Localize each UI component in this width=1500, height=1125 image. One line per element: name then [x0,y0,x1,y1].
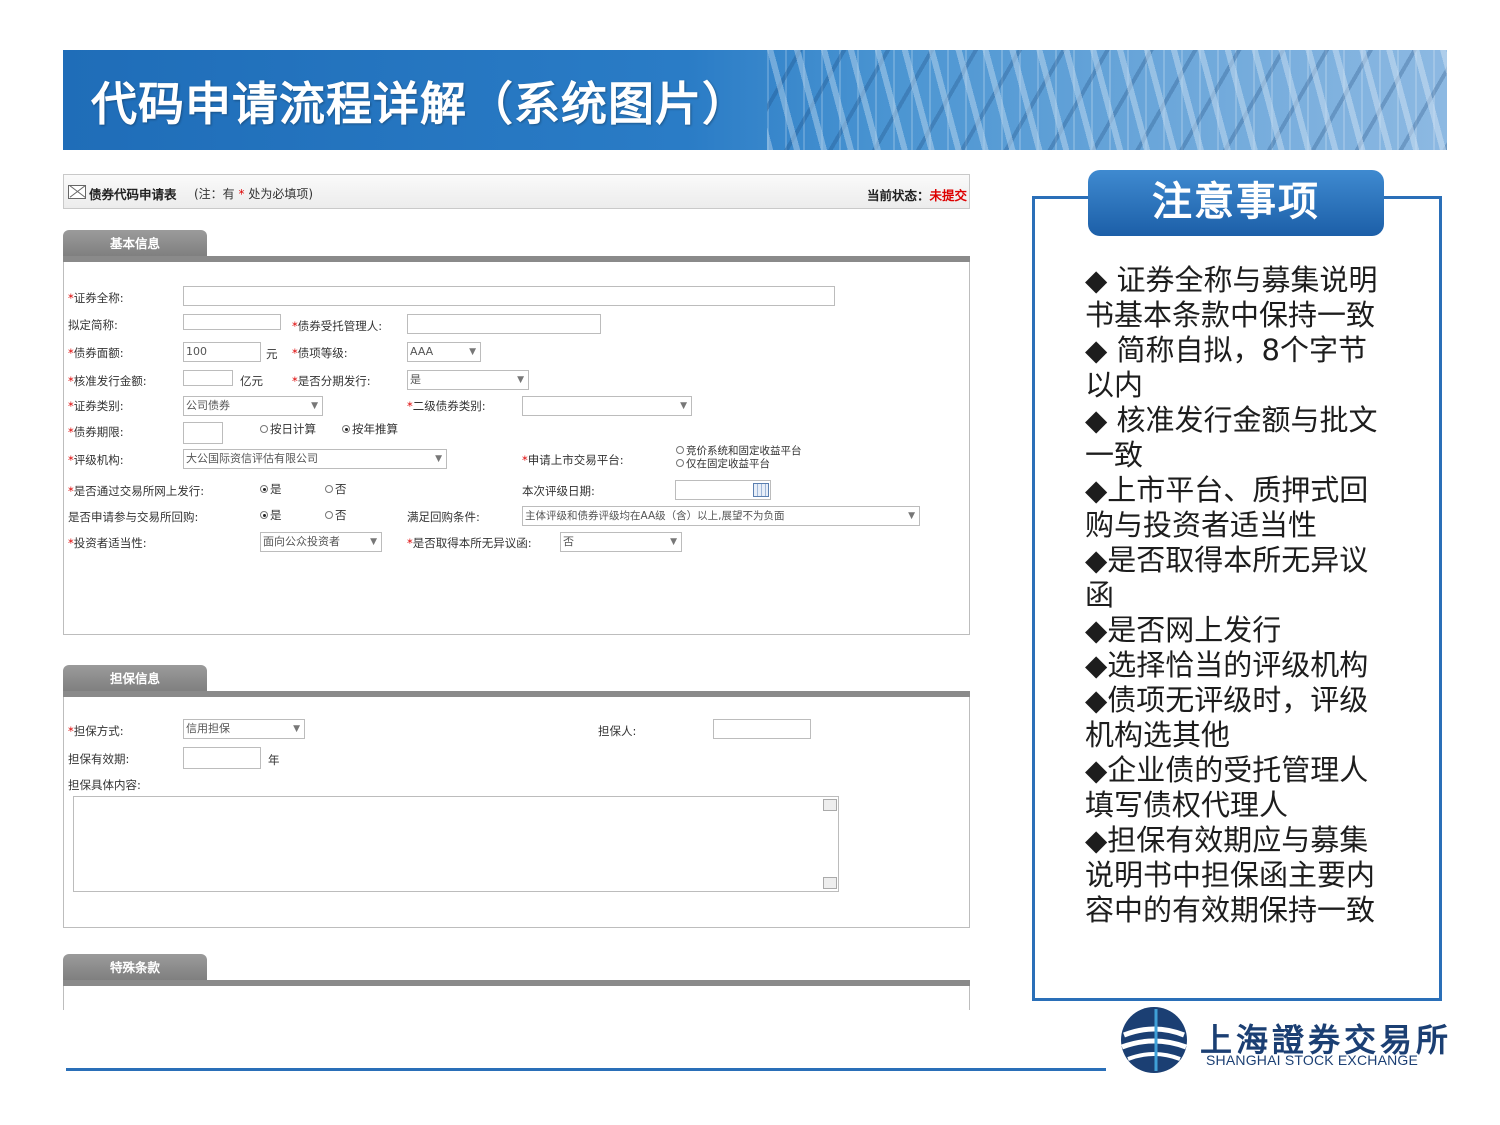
platform-option-2-radio[interactable]: 仅在固定收益平台 [676,456,770,471]
category-label: *证券类别: [68,399,124,413]
guarantee-period-unit: 年 [268,753,280,767]
trustee-label: *债券受托管理人: [292,319,383,333]
note-item: ◆是否取得本所无异议函 [1085,543,1369,612]
form-note: (注：有 * 处为必填项) [194,187,314,201]
calendar-icon[interactable] [753,483,769,497]
tab-guarantee-info[interactable]: 担保信息 [63,665,207,693]
online-issue-label: *是否通过交易所网上发行: [68,484,205,498]
repo-no-radio[interactable]: 否 [325,507,347,523]
objection-label: *是否取得本所无异议函: [407,536,532,550]
installment-label: *是否分期发行: [292,374,371,388]
term-label: *债券期限: [68,425,124,439]
subcategory-select[interactable] [522,396,692,416]
title-banner: 代码申请流程详解（系统图片） [63,50,1447,150]
face-value-unit: 元 [266,347,278,361]
agency-select[interactable]: 大公国际资信评估有限公司 [183,449,447,469]
guarantee-period-input[interactable] [183,747,261,769]
platform-label: *申请上市交易平台: [522,453,624,467]
notes-title: 注意事项 [1088,170,1384,236]
guarantee-info-panel: *担保方式: 信用担保 担保人: 担保有效期: 年 担保具体内容: [63,697,970,928]
note-item: ◆ 简称自拟，8个字节以内 [1085,333,1367,402]
investor-select[interactable]: 面向公众投资者 [260,532,382,552]
guarantee-method-select[interactable]: 信用担保 [183,719,305,739]
guarantee-method-label: *担保方式: [68,724,124,738]
agency-label: *评级机构: [68,453,124,467]
form-status: 当前状态：未提交 [866,188,967,203]
footer-line [66,1068,1106,1071]
rating-select[interactable]: AAA [407,342,481,362]
subcategory-label: *二级债券类别: [407,399,486,413]
scroll-down-button[interactable] [823,877,837,889]
installment-select[interactable]: 是 [407,370,529,390]
rating-label: *债项等级: [292,346,348,360]
logo-english-name: SHANGHAI STOCK EXCHANGE [1206,1052,1419,1068]
amount-input[interactable] [183,370,233,386]
term-by-year-radio[interactable]: 按年推算 [342,421,398,437]
investor-label: *投资者适当性: [68,536,147,550]
tab-basic-info[interactable]: 基本信息 [63,230,207,258]
note-item: ◆ 核准发行金额与批文一致 [1085,403,1378,472]
face-value-label: *债券面额: [68,346,124,360]
form-screenshot: 债券代码申请表 (注：有 * 处为必填项) 当前状态：未提交 基本信息 *证券全… [63,174,970,1010]
page-title: 代码申请流程详解（系统图片） [91,77,749,131]
online-yes-radio[interactable]: 是 [260,481,282,497]
mail-icon [68,185,86,199]
repo-label: 是否申请参与交易所回购: [68,510,199,524]
guarantee-content-textarea[interactable] [73,796,839,892]
guarantee-content-label: 担保具体内容: [68,778,141,792]
repo-condition-label: 满足回购条件: [407,510,480,524]
note-item: ◆选择恰当的评级机构 [1085,648,1369,682]
trustee-input[interactable] [407,314,601,334]
repo-yes-radio[interactable]: 是 [260,507,282,523]
amount-label: *核准发行金额: [68,374,147,388]
form-title: 债券代码申请表 [89,187,177,202]
note-item: ◆企业债的受托管理人填写债权代理人 [1085,753,1369,822]
repo-condition-select[interactable]: 主体评级和债券评级均在AA级（含）以上,展望不为负面 [522,506,920,526]
scroll-up-button[interactable] [823,799,837,811]
amount-unit: 亿元 [240,374,263,388]
rating-date-label: 本次评级日期: [522,484,595,498]
note-item: ◆是否网上发行 [1085,613,1282,647]
guarantor-label: 担保人: [598,724,637,738]
notes-list: ◆ 证券全称与募集说明书基本条款中保持一致 ◆ 简称自拟，8个字节以内 ◆ 核准… [1085,263,1385,928]
note-item: ◆债项无评级时，评级机构选其他 [1085,683,1369,752]
short-name-label: 拟定简称: [68,318,118,332]
objection-select[interactable]: 否 [560,532,682,552]
guarantee-period-label: 担保有效期: [68,752,130,766]
banner-building-image [767,50,1447,150]
note-item: ◆ 证券全称与募集说明书基本条款中保持一致 [1085,263,1378,332]
term-input[interactable] [183,422,223,444]
full-name-input[interactable] [183,286,835,306]
sse-logo-icon [1121,1007,1187,1073]
face-value-input[interactable]: 100 [183,342,261,362]
basic-info-panel: *证券全称: 拟定简称: *债券受托管理人: *债券面额: 100 元 *债项等… [63,262,970,635]
online-no-radio[interactable]: 否 [325,481,347,497]
category-select[interactable]: 公司债券 [183,396,323,416]
note-item: ◆担保有效期应与募集说明书中担保函主要内容中的有效期保持一致 [1085,823,1376,927]
guarantor-input[interactable] [713,719,811,739]
form-header: 债券代码申请表 (注：有 * 处为必填项) 当前状态：未提交 [63,174,970,209]
tab-special-terms[interactable]: 特殊条款 [63,954,207,982]
term-by-day-radio[interactable]: 按日计算 [260,421,316,437]
special-terms-panel [63,986,970,1010]
full-name-label: *证券全称: [68,291,124,305]
short-name-input[interactable] [183,314,281,330]
note-item: ◆上市平台、质押式回购与投资者适当性 [1085,473,1369,542]
